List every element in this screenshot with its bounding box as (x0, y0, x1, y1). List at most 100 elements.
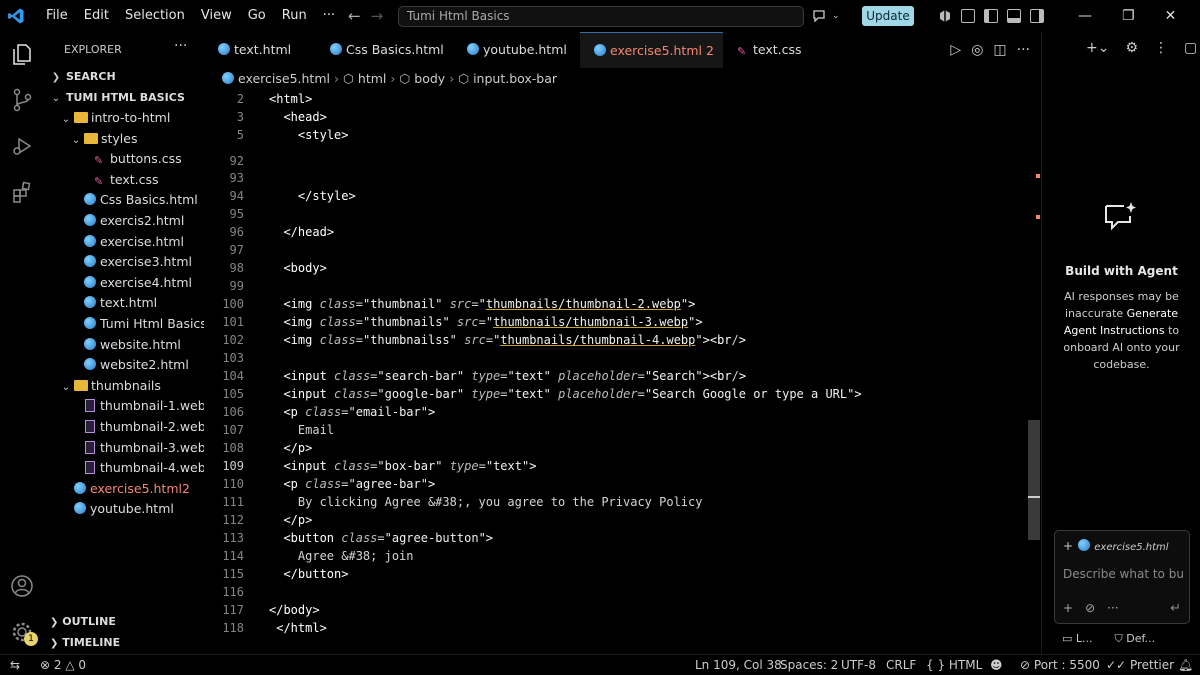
folder-item[interactable]: ⌄ intro-to-html (44, 108, 204, 128)
chat-toggle[interactable]: ⌄ (812, 6, 840, 26)
context-chip[interactable]: + exercise5.html (1063, 539, 1169, 553)
code-line[interactable]: 112 </p> (204, 511, 1040, 529)
toggle-secondary-sidebar-icon[interactable] (1030, 9, 1044, 23)
file-item[interactable]: Css Basics.html (44, 190, 204, 210)
file-item[interactable]: thumbnail-1.webp (44, 396, 204, 416)
file-item[interactable]: thumbnail-3.webp (44, 438, 204, 458)
extensions-icon[interactable] (8, 178, 36, 206)
code-line[interactable]: 110 <p class="agree-bar"> (204, 475, 1040, 493)
file-item[interactable]: exercise3.html (44, 252, 204, 272)
toggle-primary-sidebar-icon[interactable] (984, 9, 998, 23)
menu-item-view[interactable]: View (193, 0, 240, 32)
code-line[interactable]: 106 <p class="email-bar"> (204, 403, 1040, 421)
manage-gear-icon[interactable]: 1 (8, 618, 38, 646)
file-item[interactable]: thumbnail-2.webp (44, 417, 204, 437)
code-line[interactable]: 116 (204, 583, 1040, 601)
file-item[interactable]: ✎ buttons.css (44, 149, 204, 169)
tab-exercise5-html[interactable]: exercise5.html 2 (580, 32, 723, 68)
file-item[interactable]: text.html (44, 293, 204, 313)
more-actions-icon[interactable]: ··· (1017, 42, 1030, 58)
file-item[interactable]: thumbnail-4.webp (44, 458, 204, 478)
file-item[interactable]: exercise4.html (44, 273, 204, 293)
file-item[interactable]: ✎ text.css (44, 170, 204, 190)
breadcrumb-item[interactable]: input.box-bar (473, 71, 557, 86)
menu-item-go[interactable]: Go (240, 0, 274, 32)
language-mode[interactable]: { } HTML (926, 655, 982, 675)
menu-item-edit[interactable]: Edit (76, 0, 117, 32)
tab-css-basics-html[interactable]: Css Basics.html (316, 32, 453, 68)
new-chat-icon[interactable]: +⌄ (1086, 40, 1109, 56)
more-icon[interactable]: ⋮ (1154, 40, 1168, 56)
update-button[interactable]: Update (862, 6, 914, 26)
forward-arrow-icon[interactable]: → (371, 7, 384, 25)
toggle-panel-icon[interactable] (1007, 9, 1021, 23)
customize-layout-icon[interactable] (961, 9, 975, 23)
code-line[interactable]: 92 (204, 152, 1040, 170)
split-editor-icon[interactable]: ◫ (993, 42, 1006, 58)
run-play-icon[interactable]: ▷ (950, 42, 961, 58)
code-line[interactable]: 108 </p> (204, 439, 1040, 457)
menu-item-file[interactable]: File (38, 0, 76, 32)
close-icon[interactable]: ✕ (1165, 8, 1177, 24)
accounts-sync-icon[interactable] (938, 9, 952, 23)
code-line[interactable]: 93 (204, 169, 1040, 187)
menu-item-more[interactable]: ··· (315, 0, 343, 32)
editor-scrollbar[interactable] (1028, 420, 1040, 540)
file-item[interactable]: exercis2.html (44, 211, 204, 231)
file-item[interactable]: exercise.html (44, 232, 204, 252)
menu-item-selection[interactable]: Selection (117, 0, 193, 32)
prettier-status[interactable]: ✓✓ Prettier (1106, 655, 1174, 675)
maximize-icon[interactable]: ▢ (1184, 40, 1197, 56)
code-line[interactable]: 107 Email (204, 421, 1040, 439)
tab-youtube-html[interactable]: youtube.html (453, 32, 580, 68)
file-item[interactable]: website2.html (44, 355, 204, 375)
cursor-position[interactable]: Ln 109, Col 38 (695, 655, 782, 675)
file-item[interactable]: Tumi Html Basics... (44, 314, 204, 334)
code-line[interactable]: 98 <body> (204, 259, 1040, 277)
tab-text-css[interactable]: ✎ text.css (723, 32, 819, 68)
code-line[interactable]: 103 (204, 349, 1040, 367)
explorer-more-actions-icon[interactable]: ··· (174, 38, 187, 54)
code-line[interactable]: 105 <input class="google-bar" type="text… (204, 385, 1040, 403)
code-line[interactable]: 113 <button class="agree-button"> (204, 529, 1040, 547)
breadcrumb-item[interactable]: body (414, 71, 445, 86)
chat-input[interactable]: Describe what to bu... (1063, 567, 1185, 581)
code-line[interactable]: 97 (204, 241, 1040, 259)
tools-icon[interactable]: ⊘ (1085, 601, 1095, 615)
account-icon[interactable] (8, 572, 36, 600)
restore-icon[interactable]: ❐ (1122, 8, 1135, 24)
explorer-files-icon[interactable] (8, 40, 36, 68)
back-arrow-icon[interactable]: ← (348, 7, 361, 25)
code-line[interactable]: 3 <head> (204, 108, 1040, 126)
timeline-section[interactable]: ❯ TIMELINE (44, 633, 204, 653)
code-line[interactable]: 2 <html> (204, 90, 1040, 108)
source-control-icon[interactable] (8, 86, 36, 114)
code-line[interactable]: 96 </head> (204, 223, 1040, 241)
minimize-icon[interactable]: — (1078, 8, 1092, 24)
remote-indicator-icon[interactable]: ⇆ (10, 655, 20, 675)
tab-text-html[interactable]: text.html (204, 32, 316, 68)
code-line[interactable]: 117 </body> (204, 601, 1040, 619)
more-options-icon[interactable]: ··· (1107, 601, 1118, 615)
code-line[interactable]: 101 <img class="thumbnails" src="thumbna… (204, 313, 1040, 331)
code-line[interactable]: 104 <input class="search-bar" type="text… (204, 367, 1040, 385)
line-ending[interactable]: CRLF (886, 655, 916, 675)
code-line[interactable]: 100 <img class="thumbnail" src="thumbnai… (204, 295, 1040, 313)
settings-gear-icon[interactable]: ⚙ (1125, 40, 1138, 56)
file-item[interactable]: youtube.html (44, 499, 204, 519)
search-section-header[interactable]: ❯ SEARCH (44, 66, 204, 86)
code-line[interactable]: 99 (204, 277, 1040, 295)
code-line[interactable]: 115 </button> (204, 565, 1040, 583)
copilot-icon[interactable]: ☻ (990, 655, 1003, 675)
folder-item[interactable]: ⌄ thumbnails (44, 376, 204, 396)
outline-section[interactable]: ❯ OUTLINE (44, 612, 204, 632)
problems-indicator[interactable]: ⊗ 2 △ 0 (40, 655, 86, 675)
indentation[interactable]: Spaces: 2 (780, 655, 838, 675)
code-line[interactable]: 5 <style> (204, 126, 1040, 144)
command-center-search[interactable]: Tumi Html Basics (398, 6, 804, 27)
code-line[interactable]: 118 </html> (204, 619, 1040, 637)
live-server-port[interactable]: ⊘ Port : 5500 (1020, 655, 1100, 675)
code-line[interactable]: 102 <img class="thumbnailss" src="thumbn… (204, 331, 1040, 349)
file-item[interactable]: website.html (44, 335, 204, 355)
run-debug-icon[interactable] (8, 132, 36, 160)
